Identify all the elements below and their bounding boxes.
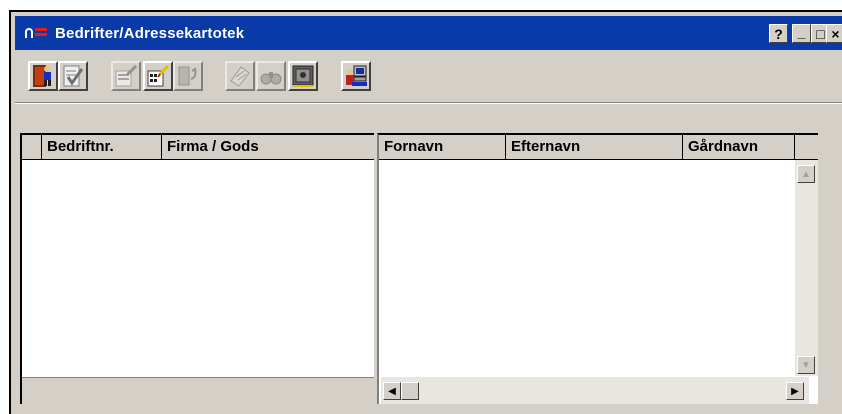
notes-button[interactable] [225, 61, 255, 91]
horizontal-scrollbar[interactable]: ◀ ▶ [381, 377, 809, 404]
toolbar [15, 50, 842, 100]
vertical-scrollbar[interactable]: ▲ ▼ [795, 160, 818, 376]
column-header-gardnavn[interactable]: Gårdnavn [683, 135, 795, 160]
contact-grid[interactable]: Fornavn Efternavn Gårdnavn ▲ ▼ ◀ ▶ [377, 133, 818, 404]
checklist-icon [63, 65, 84, 87]
undo-button[interactable] [173, 61, 203, 91]
edit-record-icon [115, 64, 138, 87]
exit-door-icon [33, 65, 51, 87]
safe-button[interactable] [288, 61, 318, 91]
approve-button[interactable] [58, 61, 88, 91]
company-grid-footer [22, 377, 374, 404]
minimize-button[interactable]: _ [792, 24, 811, 43]
window-title: Bedrifter/Adressekartotek [55, 24, 245, 42]
title-bar[interactable]: Bedrifter/Adressekartotek ? _ □ × [15, 16, 842, 50]
company-grid[interactable]: Bedriftnr. Firma / Gods [20, 133, 374, 404]
row-selector-header [22, 135, 42, 160]
edit-record-button[interactable] [111, 61, 141, 91]
close-button[interactable]: × [826, 24, 842, 43]
scroll-up-button[interactable]: ▲ [797, 165, 815, 183]
binoculars-icon [260, 72, 282, 85]
exit-button[interactable] [28, 61, 58, 91]
scroll-right-button[interactable]: ▶ [786, 382, 804, 400]
notes-icon [230, 66, 250, 87]
user-computer-icon [346, 65, 367, 86]
scroll-corner [795, 135, 818, 160]
help-button[interactable]: ? [769, 24, 788, 43]
scroll-down-button[interactable]: ▼ [797, 356, 815, 374]
column-header-firma-gods[interactable]: Firma / Gods [162, 135, 374, 160]
toolbar-divider [15, 102, 842, 104]
scroll-left-button[interactable]: ◀ [383, 382, 401, 400]
column-header-efternavn[interactable]: Efternavn [506, 135, 683, 160]
new-record-icon [147, 64, 170, 87]
app-icon [25, 26, 49, 40]
safe-icon [292, 65, 314, 87]
search-button[interactable] [256, 61, 286, 91]
new-record-button[interactable] [143, 61, 173, 91]
column-header-bedriftnr[interactable]: Bedriftnr. [42, 135, 162, 160]
user-computer-button[interactable] [341, 61, 371, 91]
column-header-fornavn[interactable]: Fornavn [379, 135, 506, 160]
undo-icon [178, 66, 197, 86]
scroll-thumb[interactable] [401, 382, 419, 400]
